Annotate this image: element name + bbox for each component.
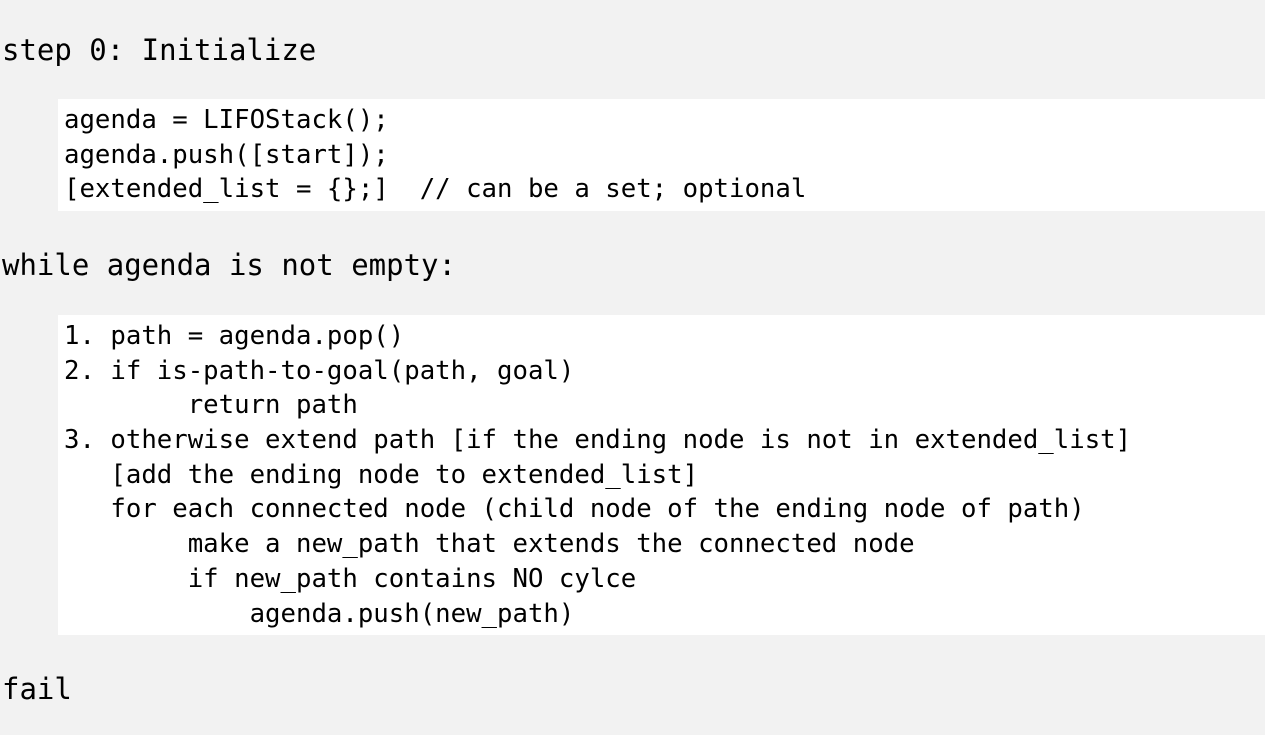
code-line: make a new_path that extends the connect…: [64, 529, 915, 560]
code-line: agenda = LIFOStack();: [64, 105, 389, 135]
code-line: return path: [64, 390, 358, 421]
code-line: 3. otherwise extend path [if the ending …: [64, 425, 1132, 456]
code-line: 2. if is-path-to-goal(path, goal): [64, 355, 575, 386]
code-line: agenda.push([start]);: [64, 139, 389, 170]
loop-code-block: 1. path = agenda.pop() 2. if is-path-to-…: [58, 315, 1265, 635]
code-line: [extended_list = {};] // can be a set; o…: [64, 174, 807, 205]
code-line: agenda.push(new_path): [64, 598, 575, 629]
code-line: for each connected node (child node of t…: [64, 494, 1085, 525]
code-line: 1. path = agenda.pop(): [64, 321, 405, 351]
loop-heading: while agenda is not empty:: [2, 248, 456, 282]
code-line: [add the ending node to extended_list]: [64, 459, 699, 490]
code-line: if new_path contains NO cylce: [64, 563, 637, 594]
step0-heading: step 0: Initialize: [2, 33, 317, 67]
init-code-block: agenda = LIFOStack(); agenda.push([start…: [58, 99, 1265, 211]
fail-heading: fail: [2, 672, 72, 706]
